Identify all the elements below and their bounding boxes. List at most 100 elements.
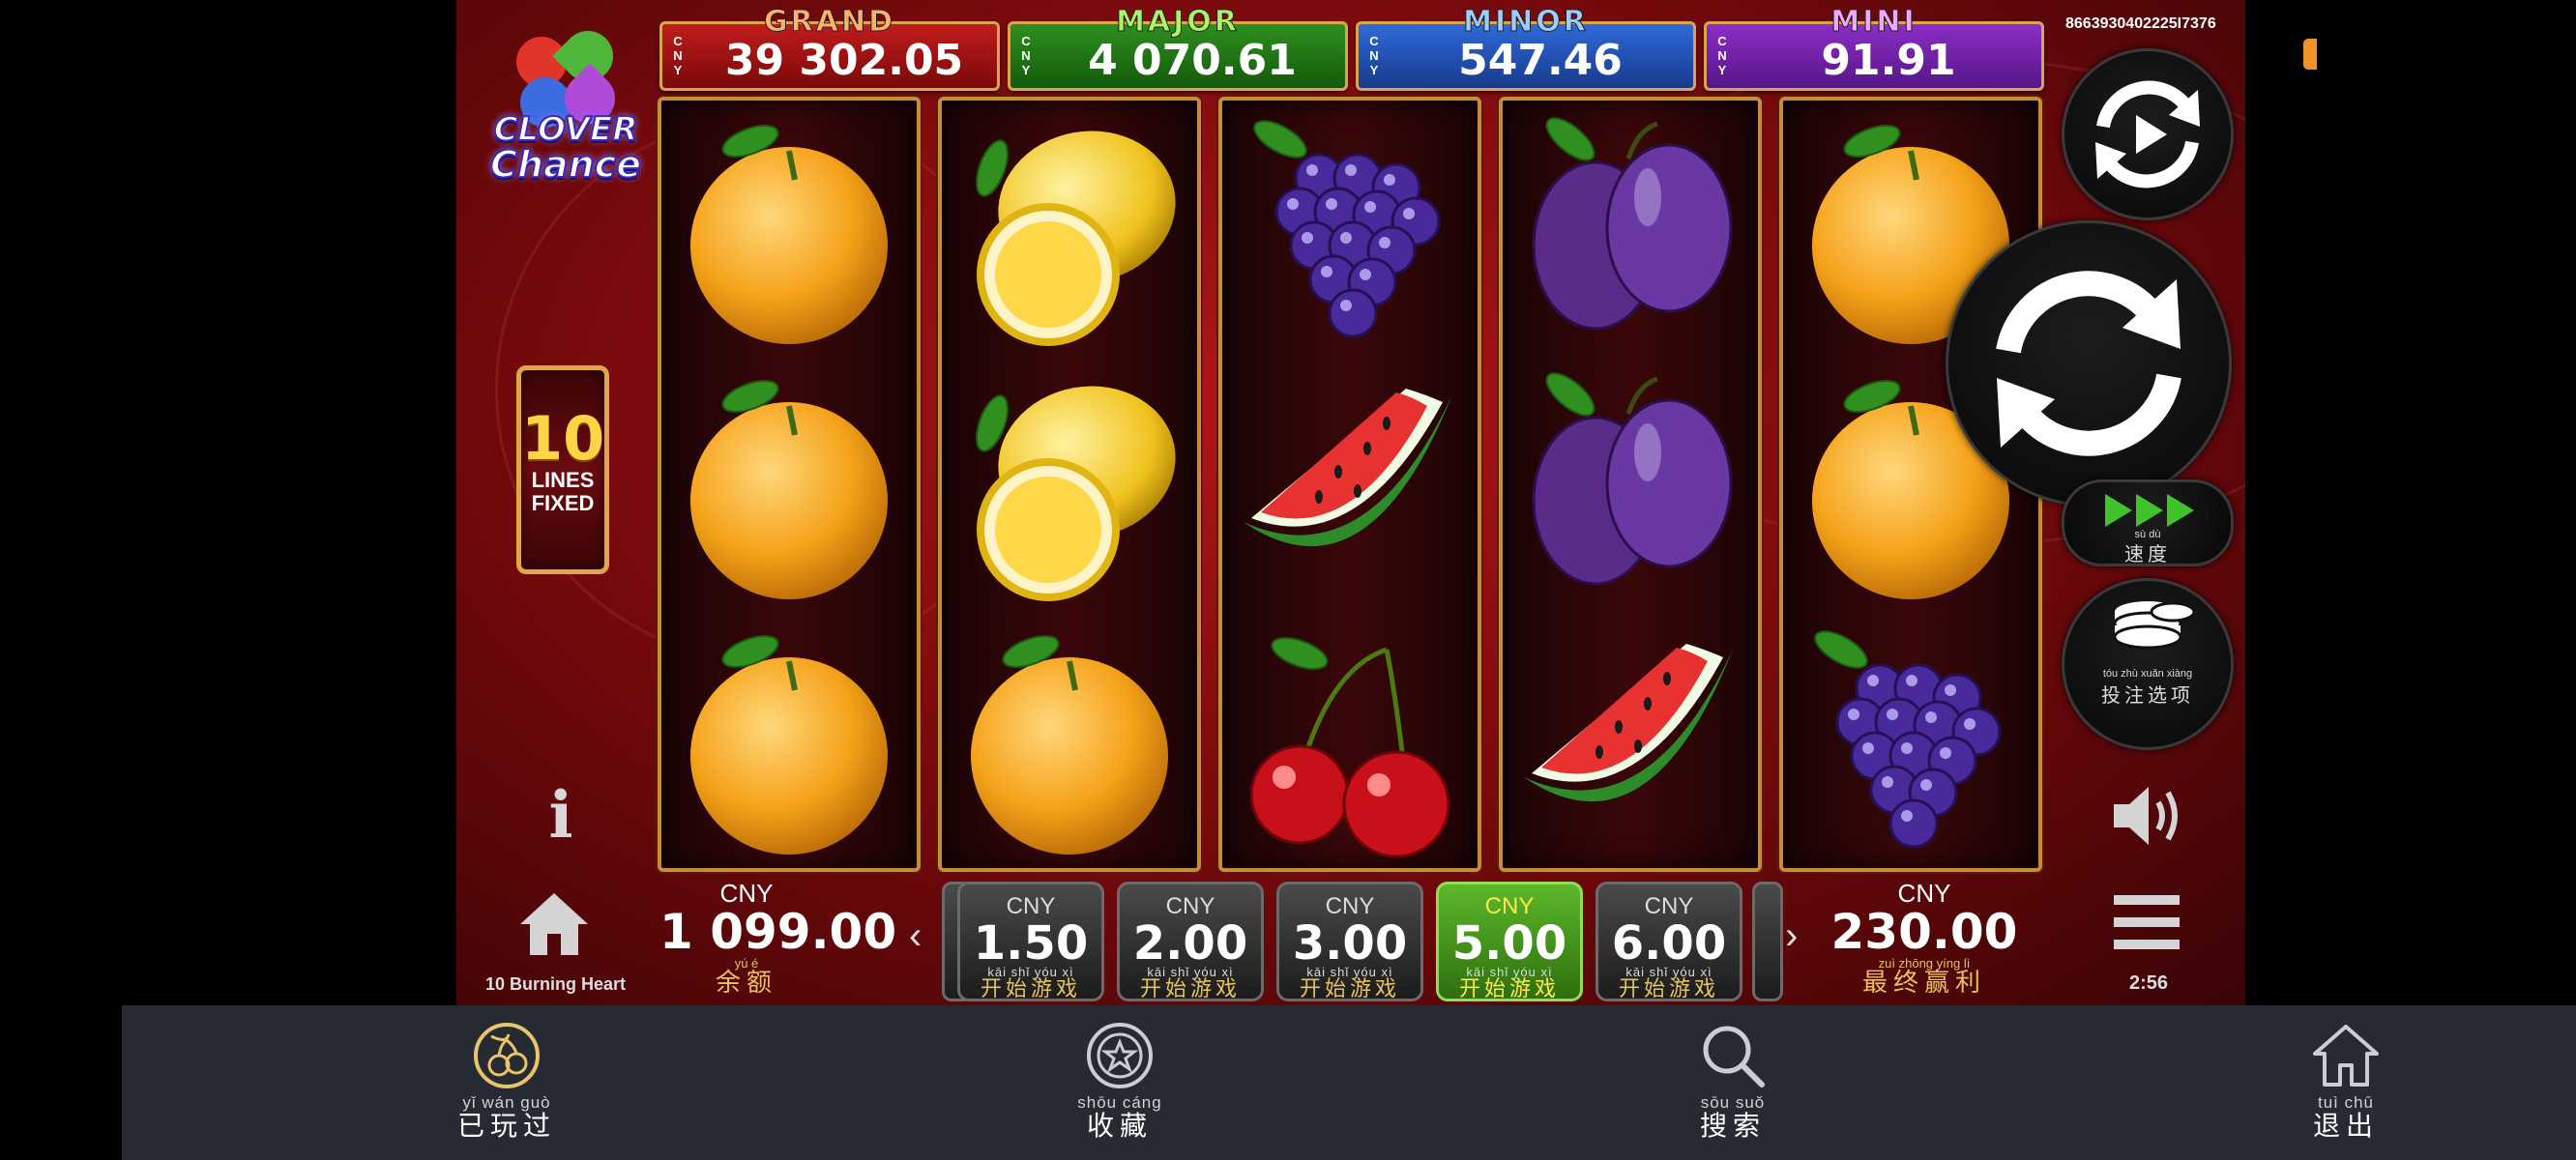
orange-symbol [942, 611, 1197, 866]
coins-icon [2113, 601, 2196, 650]
plum-symbol [1503, 101, 1758, 356]
cherries-icon [1249, 637, 1450, 858]
orange-symbol [661, 356, 917, 611]
fixed-label: FIXED [531, 491, 595, 515]
bet-options-button[interactable]: tóu zhù xuǎn xiàng 投注选项 [2062, 578, 2234, 750]
bet-option-5[interactable]: CNY 6.00 kāi shǐ yóu xì 开始游戏 [1595, 882, 1742, 1001]
bet-strip: 10 Burning Heart CNY 1 099.00 yú é 余额 ‹ … [456, 870, 2245, 1005]
jackpot-currency: CNY [1021, 34, 1031, 77]
grapes-icon [1253, 120, 1441, 338]
jackpot-value: 39 302.05 [724, 36, 964, 85]
sound-button[interactable] [2108, 779, 2185, 853]
cherries-symbol [1222, 611, 1478, 866]
nav-recently-played[interactable]: yǐ wán guò 已玩过 [429, 1021, 584, 1141]
bet-option-1[interactable]: CNY 1.50 kāi shǐ yóu xì 开始游戏 [957, 882, 1104, 1001]
reel-4 [1499, 97, 1762, 872]
spin-button[interactable] [1946, 220, 2232, 507]
clover-chance-logo: CLOVER Chance [483, 20, 648, 193]
jackpot-major: MAJOR CNY 4 070.61 [1008, 5, 1348, 91]
win-value: 230.00 [1830, 904, 2018, 960]
orange-symbol [661, 101, 917, 356]
orange-icon [690, 125, 888, 344]
game-name: 10 Burning Heart [485, 974, 627, 994]
logo-text-chance: Chance [489, 142, 642, 187]
watermelon-icon [1244, 389, 1452, 547]
spin-icon [1996, 271, 2181, 456]
watermelon-symbol [1222, 356, 1478, 611]
info-button[interactable]: i [542, 781, 580, 849]
lemon-icon [976, 130, 1176, 346]
home-icon [520, 893, 588, 955]
lemon-symbol [942, 356, 1197, 611]
game-session-id: 8663930402225I7376 [2065, 15, 2216, 32]
speaker-icon [2114, 787, 2178, 845]
grapes-symbol [1783, 611, 2038, 866]
bet-option-3[interactable]: CNY 3.00 kāi shǐ yóu xì 开始游戏 [1276, 882, 1423, 1001]
plum-icon [1532, 117, 1733, 331]
reel-1 [658, 97, 921, 872]
star-icon [1087, 1023, 1153, 1088]
speed-label: 速度 [2124, 544, 2171, 566]
lemon-symbol [942, 101, 1197, 356]
balance-display: CNY 1 099.00 yú é 余额 [659, 879, 897, 995]
bet-option-2[interactable]: CNY 2.00 kāi shǐ yóu xì 开始游戏 [1117, 882, 1264, 1001]
clock: 2:56 [2128, 972, 2169, 994]
side-panel-tab[interactable] [2303, 39, 2317, 70]
fast-forward-icon [2105, 494, 2194, 527]
orange-symbol [661, 611, 917, 866]
info-icon: i [548, 777, 573, 853]
speed-button[interactable]: sù dù 速度 [2062, 479, 2234, 566]
jackpot-minor: MINOR CNY 547.46 [1356, 5, 1696, 91]
jackpot-value: 547.46 [1458, 36, 1623, 85]
nav-favorites[interactable]: shōu cáng 收藏 [1042, 1021, 1197, 1141]
autoplay-button[interactable] [2062, 48, 2234, 220]
jackpot-value: 91.91 [1821, 36, 1956, 85]
home-button[interactable] [516, 889, 592, 959]
menu-button[interactable] [2112, 891, 2181, 953]
jackpot-title: MINI [1830, 5, 1917, 40]
bet-next-button[interactable]: › [1777, 870, 1816, 1005]
chevron-left-icon: ‹ [909, 914, 922, 957]
plum-icon [1532, 372, 1733, 586]
nav-exit[interactable]: tuì chū 退出 [2269, 1021, 2423, 1141]
bet-option-4-selected[interactable]: CNY 5.00 kāi shǐ yóu xì 开始游戏 [1436, 882, 1583, 1001]
watermelon-icon [1524, 644, 1733, 802]
balance-currency: CNY [719, 879, 774, 908]
search-icon [1703, 1026, 1765, 1088]
reel-2 [938, 97, 1201, 872]
lines-fixed-badge: 10 LINES FIXED [516, 365, 609, 574]
jackpot-currency: CNY [1369, 34, 1379, 77]
lemon-icon [976, 386, 1176, 601]
cherries-icon [474, 1023, 540, 1088]
win-display: CNY 230.00 zuì zhōng yíng lì 最终赢利 [1828, 880, 2021, 995]
bet-options-label: 投注选项 [2101, 685, 2194, 707]
nav-search[interactable]: sōu suǒ 搜索 [1655, 1021, 1810, 1141]
home-icon [2313, 1025, 2379, 1087]
watermelon-symbol [1503, 611, 1758, 866]
bet-options-pinyin: tóu zhù xuǎn xiàng [2102, 668, 2193, 680]
jackpot-currency: CNY [673, 34, 683, 77]
jackpot-currency: CNY [1717, 34, 1727, 77]
reel-3 [1218, 97, 1481, 872]
win-currency: CNY [1897, 879, 1951, 908]
grapes-icon [1814, 630, 2002, 849]
win-label: 最终赢利 [1861, 968, 1986, 997]
jackpot-title: MAJOR [1116, 5, 1240, 40]
balance-value: 1 099.00 [659, 904, 897, 960]
orange-icon [971, 635, 1168, 855]
autoplay-icon [2095, 80, 2200, 188]
slot-game-area: CLOVER Chance 10 LINES FIXED i GRAND CNY… [456, 0, 2245, 1005]
jackpot-value: 4 070.61 [1088, 36, 1297, 85]
hamburger-icon [2114, 895, 2180, 949]
orange-icon [690, 635, 888, 855]
jackpot-mini: MINI CNY 91.91 [1704, 5, 2044, 91]
lines-label: LINES [531, 468, 595, 492]
lines-count: 10 [521, 403, 605, 474]
jackpot-grand: GRAND CNY 39 302.05 [659, 5, 1000, 91]
jackpot-title: MINOR [1463, 5, 1589, 40]
jackpot-title: GRAND [764, 5, 895, 40]
orange-icon [690, 380, 888, 599]
bet-prev-button[interactable]: ‹ [905, 870, 944, 1005]
bottom-navigation: yǐ wán guò 已玩过 shōu cáng 收藏 sōu suǒ 搜索 t… [122, 1005, 2576, 1160]
plum-symbol [1503, 356, 1758, 611]
